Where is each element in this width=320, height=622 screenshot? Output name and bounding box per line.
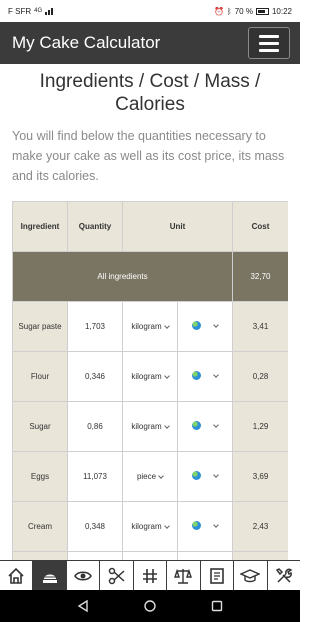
scale-icon	[174, 568, 193, 584]
table-row: Sugar paste 1,703 kilogram 3,41	[12, 301, 288, 352]
unit-value: kilogram	[131, 422, 162, 431]
battery-icon	[255, 7, 269, 15]
table-row: Flour 0,346 kilogram 0,28	[12, 351, 288, 402]
cost-value: 2,43	[232, 501, 288, 552]
header-cost: Cost	[232, 201, 288, 252]
unit-select[interactable]: kilogram	[122, 401, 178, 452]
home-circle-icon[interactable]	[143, 599, 157, 613]
unit-select[interactable]: kilogram	[122, 301, 178, 352]
unit-value: kilogram	[131, 522, 162, 531]
quantity-input[interactable]: 1,703	[67, 301, 123, 352]
chevron-down-icon	[158, 472, 164, 479]
globe-icon	[192, 521, 202, 530]
app-bar: My Cake Calculator	[0, 22, 300, 64]
network-label: 4G	[34, 8, 43, 14]
header-ingredient: Ingredient	[12, 201, 68, 252]
currency-select[interactable]	[177, 451, 233, 502]
chevron-down-icon	[212, 471, 219, 478]
nav-grid[interactable]	[134, 561, 168, 590]
table-row: Eggs 11,073 piece 3,69	[12, 451, 288, 502]
scissors-icon	[108, 567, 125, 584]
cost-value: 3,69	[232, 451, 288, 502]
chevron-down-icon	[163, 372, 170, 379]
unit-value: kilogram	[131, 372, 162, 381]
globe-icon	[192, 471, 202, 480]
tools-icon	[275, 567, 293, 583]
all-ingredients-label: All ingredients	[12, 251, 233, 302]
globe-icon	[192, 371, 202, 380]
unit-select[interactable]: kilogram	[122, 351, 178, 402]
recents-icon[interactable]	[210, 599, 224, 613]
currency-select[interactable]	[177, 401, 233, 452]
nav-book[interactable]	[201, 561, 235, 590]
currency-select[interactable]	[177, 501, 233, 552]
unit-select[interactable]: kilogram	[122, 501, 178, 552]
nav-learn[interactable]	[234, 561, 268, 590]
table-header-row: Ingredient Quantity Unit Cost	[12, 201, 288, 252]
chevron-down-icon	[163, 422, 170, 429]
signal-icon	[45, 7, 55, 15]
chevron-down-icon	[212, 521, 219, 528]
ingredient-name: Eggs	[12, 451, 68, 502]
back-icon[interactable]	[76, 599, 90, 613]
quantity-input[interactable]: 11,073	[67, 451, 123, 502]
unit-value: piece	[136, 472, 157, 481]
nav-home[interactable]	[0, 561, 34, 590]
grid-icon	[142, 568, 157, 583]
status-bar: F SFR 4G ⏰ ᛒ 70 % 10:22	[0, 0, 300, 22]
graduation-cap-icon	[240, 568, 261, 582]
clock: 10:22	[271, 6, 292, 16]
chevron-down-icon	[212, 371, 219, 378]
ingredient-name: Flour	[12, 351, 68, 402]
globe-icon	[192, 321, 202, 330]
eye-icon	[74, 570, 93, 581]
unit-select[interactable]: piece	[122, 451, 178, 502]
alarm-icon: ⏰	[213, 6, 224, 16]
chevron-down-icon	[212, 421, 219, 428]
battery-label: 70 %	[234, 6, 253, 16]
quantity-input[interactable]: 0,86	[67, 401, 123, 452]
intro-text: You will find below the quantities neces…	[12, 129, 285, 183]
chevron-down-icon	[163, 522, 170, 529]
ingredient-name: Sugar paste	[12, 301, 68, 352]
ingredients-table: Ingredient Quantity Unit Cost All ingred…	[12, 201, 288, 560]
system-nav-bar	[0, 590, 300, 622]
carrier-label: F SFR	[8, 6, 32, 16]
nav-cut[interactable]	[100, 561, 134, 590]
all-ingredients-row: All ingredients 32,70	[12, 251, 288, 302]
home-icon	[8, 567, 24, 584]
ingredient-name: Cream	[12, 501, 68, 552]
table-row	[12, 551, 288, 560]
table-row: Cream 0,348 kilogram 2,43	[12, 501, 288, 552]
nav-cake[interactable]	[33, 561, 67, 590]
quantity-input[interactable]: 0,346	[67, 351, 123, 402]
book-icon	[210, 567, 224, 584]
header-quantity: Quantity	[67, 201, 123, 252]
page-title: Ingredients / Cost / Mass / Calories	[39, 71, 261, 115]
hamburger-icon	[259, 34, 279, 38]
nav-scale[interactable]	[167, 561, 201, 590]
app-title: My Cake Calculator	[12, 33, 161, 52]
nav-tools[interactable]	[268, 561, 300, 590]
hamburger-menu-button[interactable]	[248, 27, 290, 59]
bluetooth-icon: ᛒ	[226, 6, 232, 16]
cost-value: 0,28	[232, 351, 288, 402]
cost-value: 3,41	[232, 301, 288, 352]
table-row: Sugar 0,86 kilogram 1,29	[12, 401, 288, 452]
header-unit: Unit	[122, 201, 233, 252]
bottom-nav	[0, 560, 300, 590]
unit-value: kilogram	[131, 322, 162, 331]
currency-select[interactable]	[177, 351, 233, 402]
nav-view[interactable]	[67, 561, 101, 590]
chevron-down-icon	[212, 321, 219, 328]
total-cost: 32,70	[232, 251, 288, 302]
ingredient-name: Sugar	[12, 401, 68, 452]
globe-icon	[192, 421, 202, 430]
cost-value: 1,29	[232, 401, 288, 452]
cake-icon	[42, 574, 57, 583]
quantity-input[interactable]: 0,348	[67, 501, 123, 552]
currency-select[interactable]	[177, 301, 233, 352]
chevron-down-icon	[163, 322, 170, 329]
